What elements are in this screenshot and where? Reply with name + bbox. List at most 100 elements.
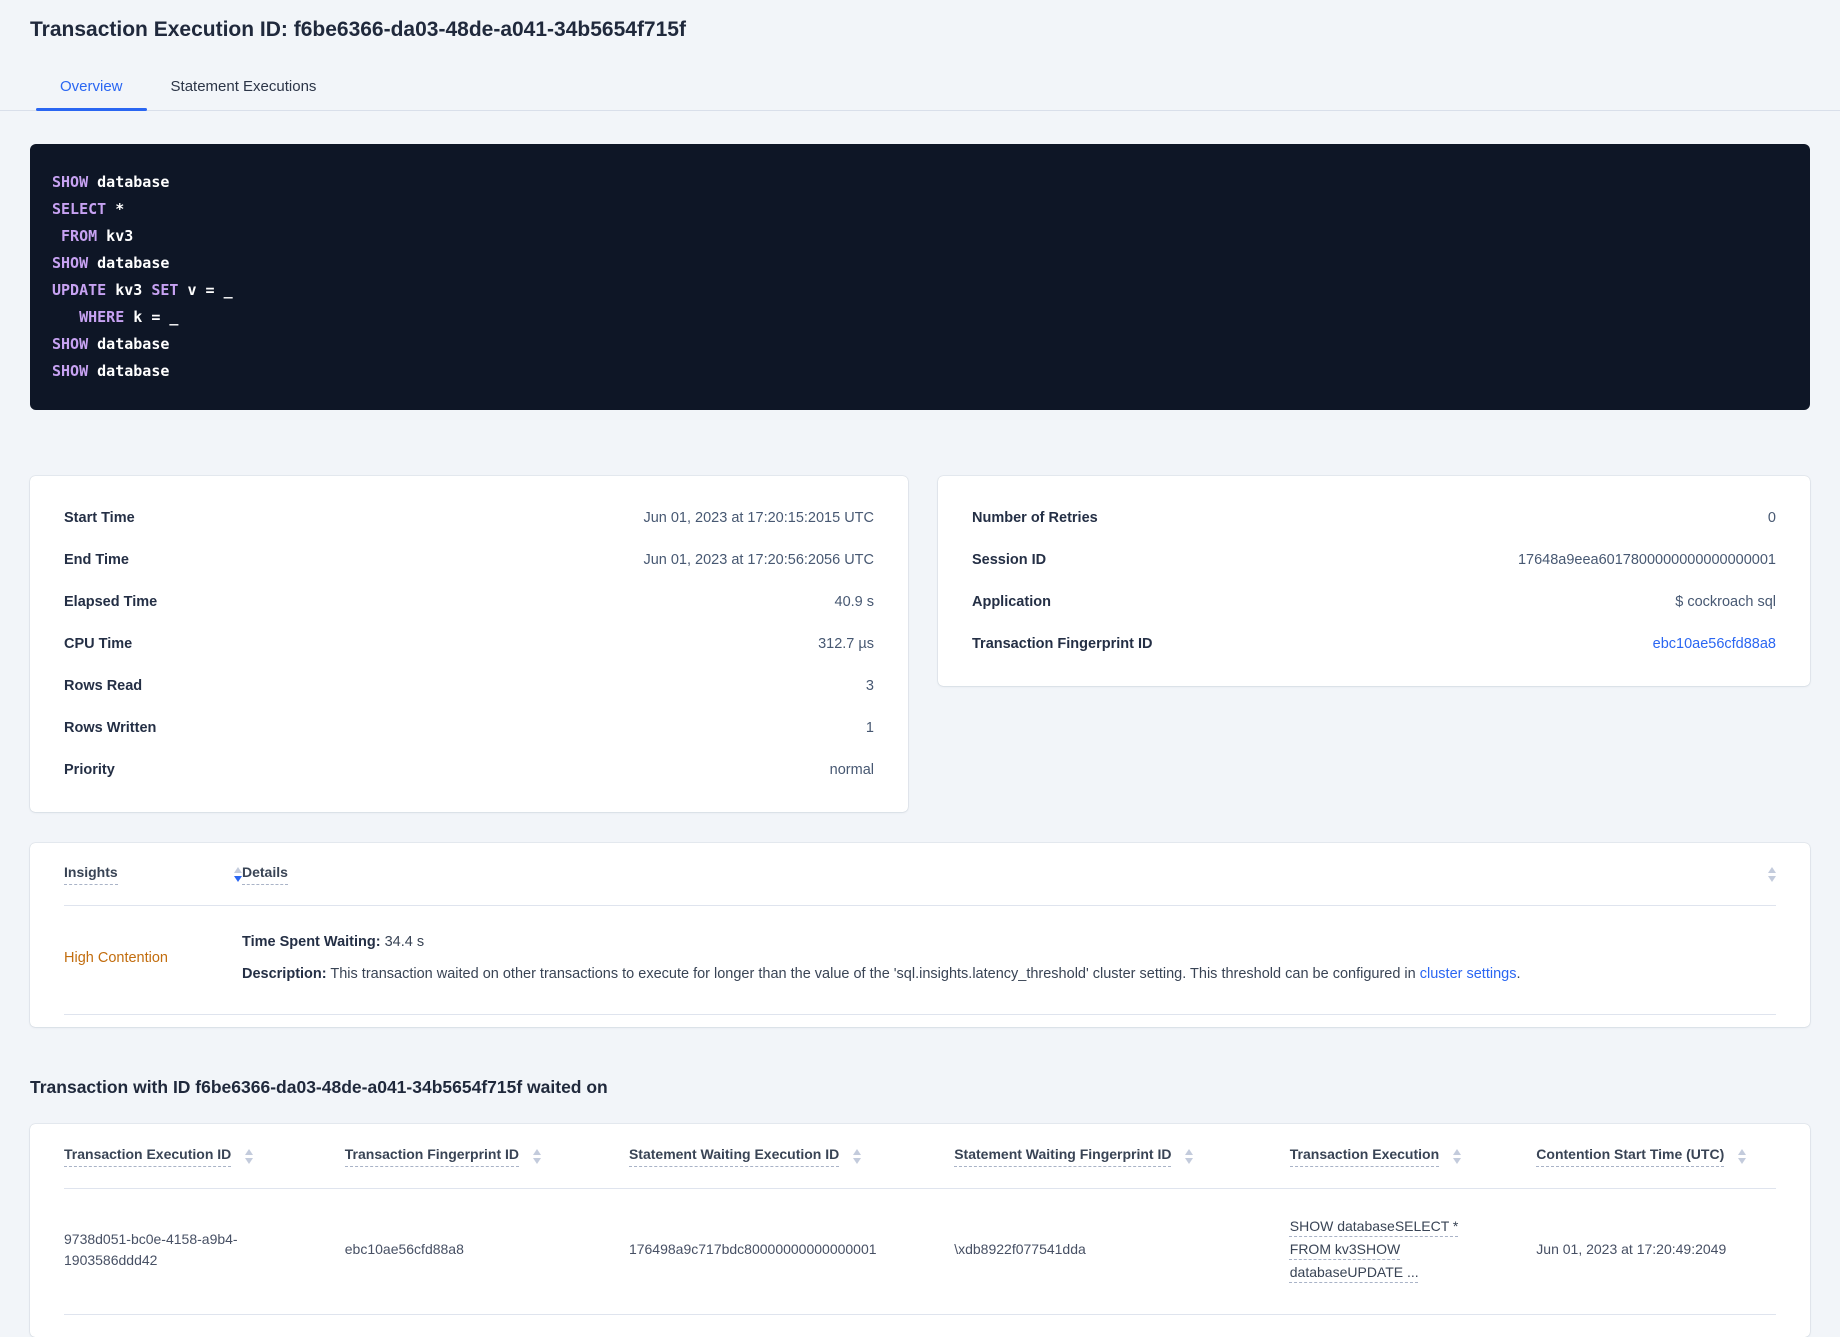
- sort-icon[interactable]: [1738, 1148, 1747, 1164]
- summary-value: 312.7 µs: [818, 636, 874, 652]
- insights-column-label[interactable]: Insights: [64, 864, 118, 885]
- summary-label: Rows Written: [64, 720, 157, 736]
- summary-label: Elapsed Time: [64, 594, 158, 610]
- table-bottom-divider: [64, 1014, 1776, 1015]
- insights-table-card: Insights Details High Contention Time Sp…: [30, 843, 1810, 1027]
- summary-value: 3: [865, 678, 874, 694]
- waited-on-table-header: Transaction Execution ID Transaction Fing…: [64, 1124, 1776, 1188]
- page-title: Transaction Execution ID: f6be6366-da03-…: [30, 18, 686, 41]
- column-header-label[interactable]: Transaction Fingerprint ID: [344, 1146, 520, 1167]
- summary-row: Start Time Jun 01, 2023 at 17:20:15:2015 …: [64, 497, 874, 539]
- column-header-label[interactable]: Statement Waiting Fingerprint ID: [954, 1146, 1172, 1167]
- summary-row: Number of Retries 0: [972, 497, 1776, 539]
- summary-label: Rows Read: [64, 678, 143, 694]
- column-header-label[interactable]: Transaction Execution ID: [64, 1146, 232, 1167]
- sql-line: SHOW database: [52, 335, 170, 353]
- insights-column-header[interactable]: Insights: [64, 864, 242, 885]
- summary-row: Transaction Fingerprint ID ebc10ae56cfd88…: [972, 623, 1776, 665]
- details-column-header[interactable]: Details: [242, 864, 1754, 885]
- tab-overview[interactable]: Overview: [36, 68, 147, 111]
- summary-row: Application $ cockroach sql: [972, 581, 1776, 623]
- insight-details-cell: Time Spent Waiting: 34.4 s Description: …: [242, 932, 1776, 984]
- column-header-label[interactable]: Contention Start Time (UTC): [1536, 1146, 1725, 1167]
- insights-table-header: Insights Details: [64, 843, 1776, 905]
- cell-transaction-execution-id: 9738d051-bc0e-4158-a9b4-1903586ddd42: [64, 1230, 238, 1268]
- waited-on-heading: Transaction with ID f6be6366-da03-48de-a…: [30, 1077, 608, 1097]
- sql-statement-box: SHOW database SELECT * FROM kv3 SHOW datab…: [30, 144, 1810, 410]
- cell-transaction-fingerprint-id: ebc10ae56cfd88a8: [344, 1241, 464, 1257]
- cell-transaction-execution: SHOW databaseSELECT * FROM kv3SHOW datab…: [1290, 1215, 1537, 1284]
- column-header[interactable]: Statement Waiting Execution ID: [628, 1146, 954, 1167]
- summary-value: 40.9 s: [834, 594, 875, 610]
- description-label: Description:: [242, 966, 327, 982]
- sort-icon[interactable]: [245, 1148, 254, 1164]
- sort-icon[interactable]: [1185, 1148, 1194, 1164]
- sql-line: FROM kv3: [61, 227, 134, 245]
- summary-label: CPU Time: [64, 636, 133, 652]
- summary-row: Priority normal: [64, 749, 874, 791]
- insight-name: High Contention: [64, 950, 168, 966]
- time-spent-waiting-line: Time Spent Waiting: 34.4 s: [242, 932, 1776, 952]
- summary-value: $ cockroach sql: [1675, 594, 1776, 610]
- sort-icon[interactable]: [533, 1148, 542, 1164]
- waited-on-row: 9738d051-bc0e-4158-a9b4-1903586ddd42 ebc…: [64, 1189, 1776, 1314]
- tab-bar: Overview Statement Executions: [0, 68, 1840, 111]
- summary-value: normal: [829, 762, 874, 778]
- column-header[interactable]: Transaction Fingerprint ID: [344, 1146, 629, 1167]
- transaction-details-page: Transaction Execution ID: f6be6366-da03-…: [0, 16, 1840, 1337]
- transaction-metadata-card: Number of Retries 0 Session ID 17648a9eea60…: [938, 476, 1810, 686]
- summary-label: End Time: [64, 552, 129, 568]
- summary-label: Transaction Fingerprint ID: [972, 636, 1153, 652]
- cell-contention-start-time: Jun 01, 2023 at 17:20:49:2049: [1536, 1241, 1727, 1257]
- sort-icon[interactable]: [853, 1148, 862, 1164]
- sql-line: UPDATE kv3 SET v = _: [52, 281, 233, 299]
- sql-line: SELECT *: [52, 200, 125, 218]
- cell-statement-waiting-execution-id: 176498a9c717bdc80000000000000001: [628, 1241, 877, 1257]
- description-suffix: .: [1516, 966, 1521, 982]
- details-column-label[interactable]: Details: [242, 864, 288, 885]
- summary-value: Jun 01, 2023 at 17:20:15:2015 UTC: [643, 510, 874, 526]
- tab-statement-executions[interactable]: Statement Executions: [147, 68, 341, 110]
- summary-row: Rows Written 1: [64, 707, 874, 749]
- sort-icon[interactable]: [1768, 866, 1776, 882]
- summary-label: Start Time: [64, 510, 135, 526]
- transaction-execution-link[interactable]: SHOW databaseSELECT * FROM kv3SHOW datab…: [1290, 1215, 1466, 1284]
- insight-row: High Contention Time Spent Waiting: 34.4…: [64, 906, 1776, 1014]
- summary-row: Rows Read 3: [64, 665, 874, 707]
- time-spent-waiting-value: 34.4 s: [384, 934, 425, 950]
- transaction-timing-card: Start Time Jun 01, 2023 at 17:20:15:2015 …: [30, 476, 908, 812]
- summary-label: Application: [972, 594, 1051, 610]
- summary-row: Elapsed Time 40.9 s: [64, 581, 874, 623]
- column-header-label[interactable]: Statement Waiting Execution ID: [628, 1146, 840, 1167]
- summary-label: Priority: [64, 762, 115, 778]
- tab-statement-executions-label: Statement Executions: [170, 78, 317, 95]
- cell-statement-waiting-fingerprint-id: \xdb8922f077541dda: [954, 1241, 1086, 1257]
- summary-value-link[interactable]: ebc10ae56cfd88a8: [1653, 636, 1776, 652]
- summary-value: 1: [865, 720, 874, 736]
- summary-label: Number of Retries: [972, 510, 1098, 526]
- summary-row: CPU Time 312.7 µs: [64, 623, 874, 665]
- sql-line: SHOW database: [52, 254, 170, 272]
- column-header[interactable]: Contention Start Time (UTC): [1536, 1146, 1776, 1167]
- waited-on-table-card: Transaction Execution ID Transaction Fing…: [30, 1124, 1810, 1337]
- tab-overview-label: Overview: [60, 78, 123, 95]
- summary-row: Session ID 17648a9eea60178000000000000000…: [972, 539, 1776, 581]
- cluster-settings-link[interactable]: cluster settings: [1420, 966, 1517, 982]
- sort-icon[interactable]: [234, 866, 242, 882]
- summary-value: 0: [1767, 510, 1776, 526]
- summary-cards-row: Start Time Jun 01, 2023 at 17:20:15:2015 …: [30, 476, 1810, 812]
- sql-line: WHERE k = _: [79, 308, 179, 326]
- sql-line: SHOW database: [52, 173, 170, 191]
- description-line: Description: This transaction waited on …: [242, 964, 1776, 984]
- table-bottom-divider: [64, 1314, 1776, 1315]
- column-header[interactable]: Transaction Execution ID: [64, 1146, 345, 1167]
- column-header[interactable]: Statement Waiting Fingerprint ID: [954, 1146, 1290, 1167]
- summary-value: 17648a9eea6017800000000000000001: [1517, 552, 1776, 568]
- column-header[interactable]: Transaction Execution: [1289, 1146, 1537, 1167]
- sort-icon[interactable]: [1453, 1148, 1462, 1164]
- column-header-label[interactable]: Transaction Execution: [1289, 1146, 1440, 1167]
- sql-line: SHOW database: [52, 362, 170, 380]
- summary-value: Jun 01, 2023 at 17:20:56:2056 UTC: [643, 552, 874, 568]
- description-text: This transaction waited on other transac…: [330, 966, 1420, 982]
- summary-rows-right: Number of Retries 0 Session ID 17648a9eea60…: [972, 497, 1776, 665]
